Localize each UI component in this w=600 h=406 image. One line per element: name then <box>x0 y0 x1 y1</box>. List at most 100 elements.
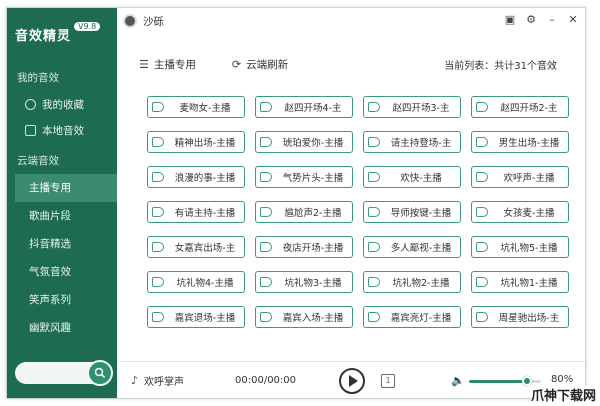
clip-label: 有请主持-主播 <box>174 208 236 219</box>
sidebar-item-douyin[interactable]: 抖音精选 <box>7 230 117 258</box>
sound-clip-button[interactable]: 浪漫的事-主播 <box>147 166 245 188</box>
sound-clip-button[interactable]: 嘉宾亮灯-主播 <box>363 306 461 328</box>
sidebar: 音效精灵 V9.8 我的音效 我的收藏 本地音效 云端音效 主播专用 歌曲片段 … <box>7 8 117 398</box>
sound-clip-button[interactable]: 坑礼物3-主播 <box>255 271 353 293</box>
section-cloud-sounds: 云端音效 <box>17 155 59 167</box>
sound-clip-button[interactable]: 有请主持-主播 <box>147 201 245 223</box>
minimize-icon[interactable]: – <box>546 14 558 26</box>
sound-clip-button[interactable]: 夜店开场-主播 <box>255 236 353 258</box>
clip-label: 嘉宾入场-主播 <box>282 313 344 324</box>
sound-clip-button[interactable]: 欢快-主播 <box>363 166 461 188</box>
settings-icon[interactable]: ⚙ <box>525 14 537 26</box>
clip-label: 请主持登场-主 <box>390 138 452 149</box>
clip-tag-icon <box>368 137 380 147</box>
sidebar-item-anchor[interactable]: 主播专用 <box>15 174 117 202</box>
sound-clip-button[interactable]: 坑礼物4-主播 <box>147 271 245 293</box>
clip-label: 赵四开场3-主 <box>392 103 450 114</box>
sidebar-item-songs[interactable]: 歌曲片段 <box>7 202 117 230</box>
sound-clip-button[interactable]: 周星驰出场-主 <box>471 306 569 328</box>
sound-clip-button[interactable]: 气势片头-主播 <box>255 166 353 188</box>
sidebar-item-label: 本地音效 <box>42 124 84 137</box>
anchor-label: 主播专用 <box>153 58 196 71</box>
sound-clip-button[interactable]: 请主持登场-主 <box>363 131 461 153</box>
volume-icon[interactable]: 🔈 <box>451 374 465 387</box>
clip-label: 精神出场-主播 <box>174 138 236 149</box>
clip-label: 尴尬声2-主播 <box>284 208 342 219</box>
sound-clip-button[interactable]: 女孩麦-主播 <box>471 201 569 223</box>
heart-icon <box>25 98 36 110</box>
clip-label: 欢呼声-主播 <box>503 173 555 184</box>
sidebar-item-humor[interactable]: 幽默风趣 <box>7 314 117 342</box>
clip-tag-icon <box>260 277 272 287</box>
sound-clip-button[interactable]: 精神出场-主播 <box>147 131 245 153</box>
clip-label: 坑礼物5-主播 <box>500 243 558 254</box>
clip-tag-icon <box>476 172 488 182</box>
clip-label: 坑礼物1-主播 <box>500 278 558 289</box>
clip-grid: 麦吻女-主播 赵四开场4-主 赵四开场3-主 赵四开场2-主精神出场-主播 琥珀爱你-主… <box>147 96 571 328</box>
clip-label: 坑礼物2-主播 <box>392 278 450 289</box>
clip-tag-icon <box>476 242 488 252</box>
clip-label: 赵四开场2-主 <box>500 103 558 114</box>
sound-clip-button[interactable]: 女嘉宾出场-主 <box>147 236 245 258</box>
search-input[interactable] <box>15 360 113 386</box>
sidebar-item-label: 我的收藏 <box>42 98 84 111</box>
sound-clip-button[interactable]: 坑礼物5-主播 <box>471 236 569 258</box>
sound-clip-button[interactable]: 坑礼物2-主播 <box>363 271 461 293</box>
clip-tag-icon <box>152 137 164 147</box>
sound-clip-button[interactable]: 坑礼物1-主播 <box>471 271 569 293</box>
avatar[interactable] <box>123 14 137 28</box>
list-count: 当前列表：共计31个音效 <box>444 60 557 72</box>
sound-clip-button[interactable]: 多人鄙视-主播 <box>363 236 461 258</box>
background-strip <box>0 0 600 7</box>
cloud-refresh-button[interactable]: ⟳ 云端刷新 <box>232 57 288 72</box>
anchor-button[interactable]: ☰ 主播专用 <box>139 57 196 72</box>
clip-label: 嘉宾退场-主播 <box>174 313 236 324</box>
sound-clip-button[interactable]: 赵四开场2-主 <box>471 96 569 118</box>
sound-clip-button[interactable]: 麦吻女-主播 <box>147 96 245 118</box>
sound-clip-button[interactable]: 尴尬声2-主播 <box>255 201 353 223</box>
search-icon <box>94 367 106 379</box>
clip-tag-icon <box>368 172 380 182</box>
clip-tag-icon <box>476 312 488 322</box>
sidebar-item-laughs[interactable]: 笑声系列 <box>7 286 117 314</box>
clip-tag-icon <box>152 207 164 217</box>
list-icon: ☰ <box>139 57 149 71</box>
volume-slider[interactable] <box>469 376 541 386</box>
clip-label: 坑礼物4-主播 <box>176 278 234 289</box>
skin-icon[interactable]: ▣ <box>504 14 516 26</box>
now-playing-name: 欢呼掌声 <box>144 377 185 388</box>
folder-icon <box>25 124 36 136</box>
clip-tag-icon <box>152 102 164 112</box>
sound-clip-button[interactable]: 导师按键-主播 <box>363 201 461 223</box>
clip-tag-icon <box>152 242 164 252</box>
clip-tag-icon <box>476 207 488 217</box>
sidebar-item-favorites[interactable]: 我的收藏 <box>7 91 117 117</box>
loop-button[interactable]: 1 <box>381 374 395 388</box>
app-window: 音效精灵 V9.8 我的音效 我的收藏 本地音效 云端音效 主播专用 歌曲片段 … <box>6 7 586 399</box>
sidebar-item-atmosphere[interactable]: 气氛音效 <box>7 258 117 286</box>
sound-clip-button[interactable]: 嘉宾退场-主播 <box>147 306 245 328</box>
clip-label: 男生出场-主播 <box>498 138 560 149</box>
clip-label: 坑礼物3-主播 <box>284 278 342 289</box>
sound-clip-button[interactable]: 男生出场-主播 <box>471 131 569 153</box>
clip-tag-icon <box>260 102 272 112</box>
clip-tag-icon <box>368 312 380 322</box>
clip-tag-icon <box>476 102 488 112</box>
clip-label: 周星驰出场-主 <box>498 313 560 324</box>
sound-clip-button[interactable]: 琥珀爱你-主播 <box>255 131 353 153</box>
sound-clip-button[interactable]: 欢呼声-主播 <box>471 166 569 188</box>
clip-tag-icon <box>476 137 488 147</box>
player-bar: ♪ 欢呼掌声 00:00/00:00 1 🔈 80% <box>117 361 585 399</box>
sound-clip-button[interactable]: 嘉宾入场-主播 <box>255 306 353 328</box>
search-button[interactable] <box>87 360 113 386</box>
close-icon[interactable]: ✕ <box>567 14 579 26</box>
play-button[interactable] <box>339 368 365 394</box>
clip-label: 多人鄙视-主播 <box>390 243 452 254</box>
app-logo: 音效精灵 V9.8 <box>7 8 117 60</box>
clip-label: 导师按键-主播 <box>390 208 452 219</box>
sound-clip-button[interactable]: 赵四开场3-主 <box>363 96 461 118</box>
clip-tag-icon <box>260 172 272 182</box>
sound-clip-button[interactable]: 赵四开场4-主 <box>255 96 353 118</box>
clip-tag-icon <box>368 102 380 112</box>
sidebar-item-local[interactable]: 本地音效 <box>7 117 117 143</box>
